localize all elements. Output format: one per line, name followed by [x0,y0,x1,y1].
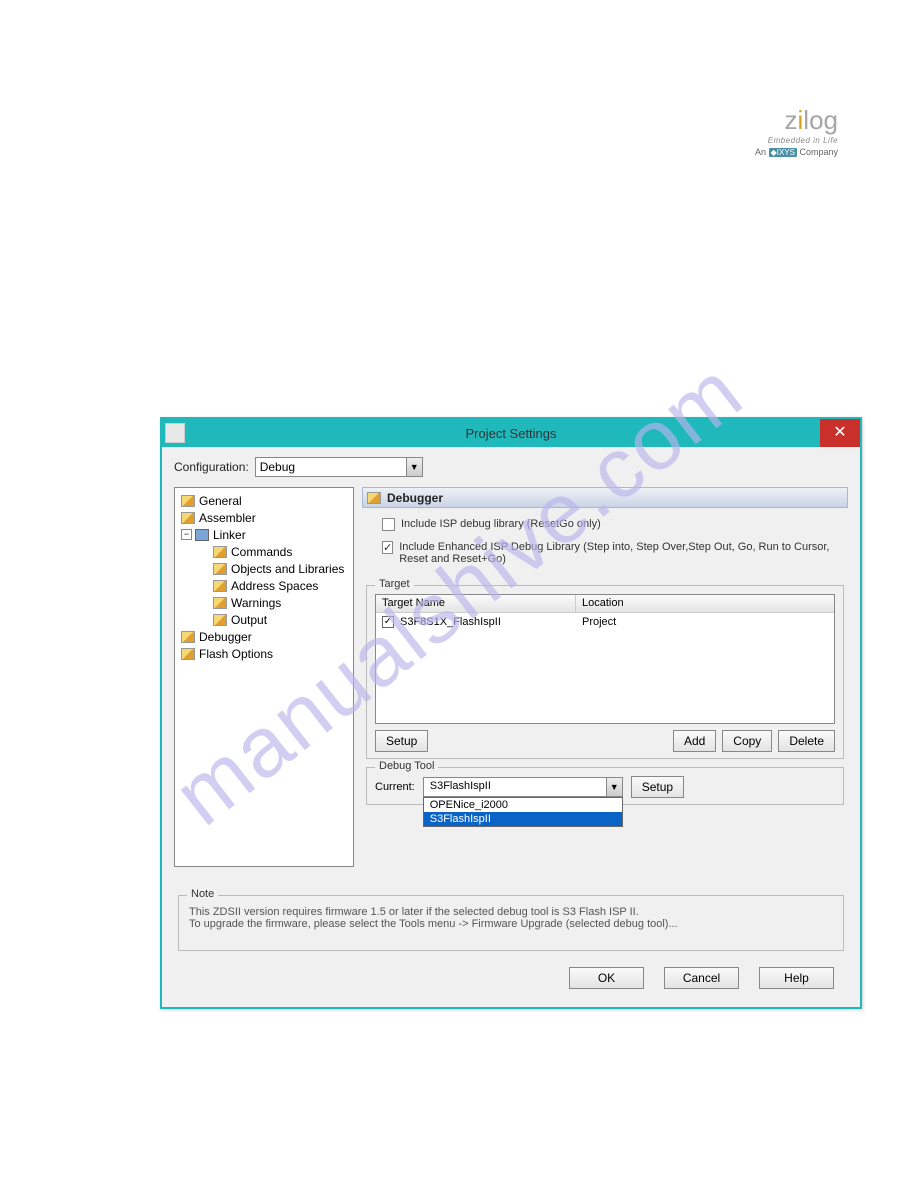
logo-tagline: Embedded in Life [755,136,838,145]
title-bar: Project Settings ✕ [162,419,860,447]
target-add-button[interactable]: Add [673,730,716,752]
col-target-name[interactable]: Target Name [376,595,576,612]
chevron-down-icon[interactable]: ▼ [406,458,422,476]
item-icon [213,546,227,558]
debug-tool-list[interactable]: OPENice_i2000 S3FlashIspII [423,797,623,827]
debug-option-openice[interactable]: OPENice_i2000 [424,798,622,812]
note-line2: To upgrade the firmware, please select t… [189,918,833,930]
configuration-combo[interactable]: ▼ [255,457,423,477]
tree-flash[interactable]: Flash Options [177,645,351,662]
target-row-name: S3F8S1X_FlashIspII [400,616,501,628]
note-legend: Note [187,888,218,900]
current-label: Current: [375,781,415,793]
target-row[interactable]: ✓ S3F8S1X_FlashIspII Project [376,613,834,631]
window-title: Project Settings [162,426,860,441]
target-legend: Target [375,578,414,590]
logo-company: An ◆IXYS Company [755,147,838,157]
debug-setup-button[interactable]: Setup [631,776,684,798]
ok-button[interactable]: OK [569,967,644,989]
folder-icon [181,512,195,524]
debug-tool-legend: Debug Tool [375,760,438,772]
item-icon [213,563,227,575]
tree-assembler[interactable]: Assembler [177,509,351,526]
debug-option-s3flash[interactable]: S3FlashIspII [424,812,622,826]
brand-logo: zilog Embedded in Life An ◆IXYS Company [755,105,838,157]
logo-text: zilog [785,105,838,136]
tree-objects[interactable]: Objects and Libraries [177,560,351,577]
chevron-down-icon[interactable]: ▼ [606,778,622,796]
item-icon [213,580,227,592]
collapse-icon[interactable]: − [181,529,192,540]
target-row-checkbox[interactable]: ✓ [382,616,394,628]
note-line1: This ZDSII version requires firmware 1.5… [189,906,833,918]
include-isp-checkbox[interactable] [382,518,395,531]
note-fieldset: Note This ZDSII version requires firmwar… [178,895,844,951]
folder-icon [195,529,209,541]
target-header: Target Name Location [376,595,834,613]
tree-general[interactable]: General [177,492,351,509]
include-enhanced-checkbox[interactable]: ✓ [382,541,393,554]
item-icon [213,614,227,626]
debug-tool-dropdown[interactable]: S3FlashIspII ▼ OPENice_i2000 S3FlashIspI… [423,777,623,797]
tree-debugger[interactable]: Debugger [177,628,351,645]
tree-warnings[interactable]: Warnings [177,594,351,611]
folder-icon [181,648,195,660]
target-fieldset: Target Target Name Location ✓S3F8S1X_Fla… [366,585,844,759]
item-icon [213,597,227,609]
tree-linker[interactable]: −Linker [177,526,351,543]
folder-icon [181,631,195,643]
target-setup-button[interactable]: Setup [375,730,428,752]
include-isp-label: Include ISP debug library (ResetGo only) [401,518,601,531]
help-button[interactable]: Help [759,967,834,989]
cancel-button[interactable]: Cancel [664,967,739,989]
target-row-loc: Project [576,616,616,628]
target-delete-button[interactable]: Delete [778,730,835,752]
include-enhanced-label: Include Enhanced ISP Debug Library (Step… [399,541,844,565]
tree-output[interactable]: Output [177,611,351,628]
folder-icon [181,495,195,507]
panel-title-text: Debugger [387,491,443,505]
panel-icon [367,492,381,504]
configuration-label: Configuration: [174,460,249,474]
col-location[interactable]: Location [576,595,834,612]
close-button[interactable]: ✕ [820,419,860,447]
tree-address[interactable]: Address Spaces [177,577,351,594]
panel-header: Debugger [362,487,848,508]
project-settings-dialog: Project Settings ✕ Configuration: ▼ Gene… [160,417,862,1009]
target-listview[interactable]: Target Name Location ✓ S3F8S1X_FlashIspII… [375,594,835,724]
configuration-input[interactable] [256,458,406,476]
settings-tree[interactable]: General Assembler −Linker Commands Objec… [174,487,354,867]
debug-tool-value: S3FlashIspII [424,778,606,796]
debug-tool-fieldset: Debug Tool Current: S3FlashIspII ▼ OPENi… [366,767,844,805]
tree-commands[interactable]: Commands [177,543,351,560]
target-copy-button[interactable]: Copy [722,730,772,752]
